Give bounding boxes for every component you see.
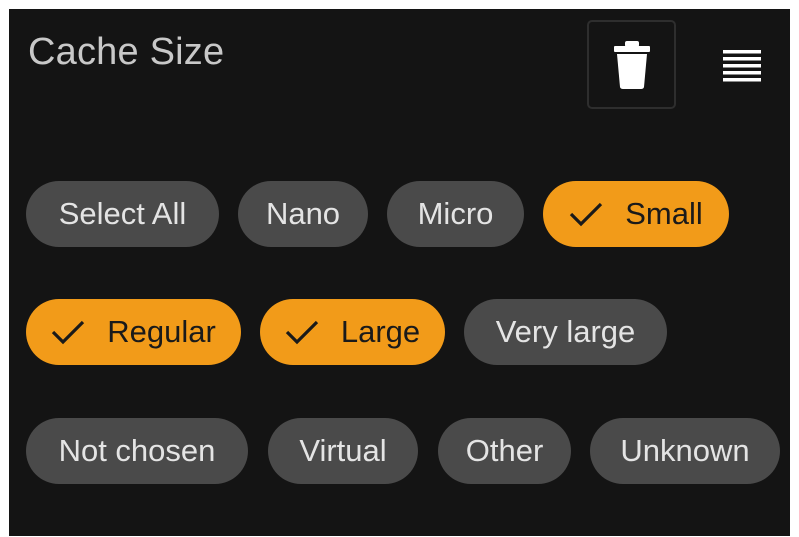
list-menu-button[interactable] — [709, 41, 775, 91]
chip-label: Small — [625, 196, 703, 231]
chip-label: Select All — [58, 196, 187, 231]
chip-label: Large — [340, 314, 421, 349]
chip-label: Virtual — [299, 433, 387, 468]
chip-nano[interactable]: Nano — [238, 181, 368, 247]
chip-label: Not chosen — [58, 433, 216, 468]
panel-title: Cache Size — [28, 31, 225, 73]
chip-label: Very large — [495, 314, 636, 349]
chip-very-large[interactable]: Very large — [464, 299, 667, 365]
chip-select-all[interactable]: Select All — [26, 181, 219, 247]
trash-icon — [613, 40, 650, 89]
chip-label: Other — [465, 433, 544, 468]
chip-small[interactable]: Small — [543, 181, 729, 247]
checkmark-icon — [52, 320, 85, 345]
delete-button[interactable] — [587, 20, 676, 109]
chip-label: Unknown — [620, 433, 750, 468]
chip-virtual[interactable]: Virtual — [268, 418, 418, 484]
chip-unknown[interactable]: Unknown — [590, 418, 780, 484]
chip-label: Nano — [265, 196, 341, 231]
chip-label: Regular — [107, 314, 216, 349]
chip-not-chosen[interactable]: Not chosen — [26, 418, 248, 484]
checkmark-icon — [570, 202, 603, 227]
chip-large[interactable]: Large — [260, 299, 445, 365]
chip-micro[interactable]: Micro — [387, 181, 524, 247]
chip-other[interactable]: Other — [438, 418, 571, 484]
list-menu-icon — [723, 50, 761, 82]
checkmark-icon — [285, 320, 318, 345]
chip-label: Micro — [417, 196, 494, 231]
chip-regular[interactable]: Regular — [26, 299, 241, 365]
cache-size-filter-panel: Cache Size Select All Nano Micro Small R… — [9, 9, 790, 536]
